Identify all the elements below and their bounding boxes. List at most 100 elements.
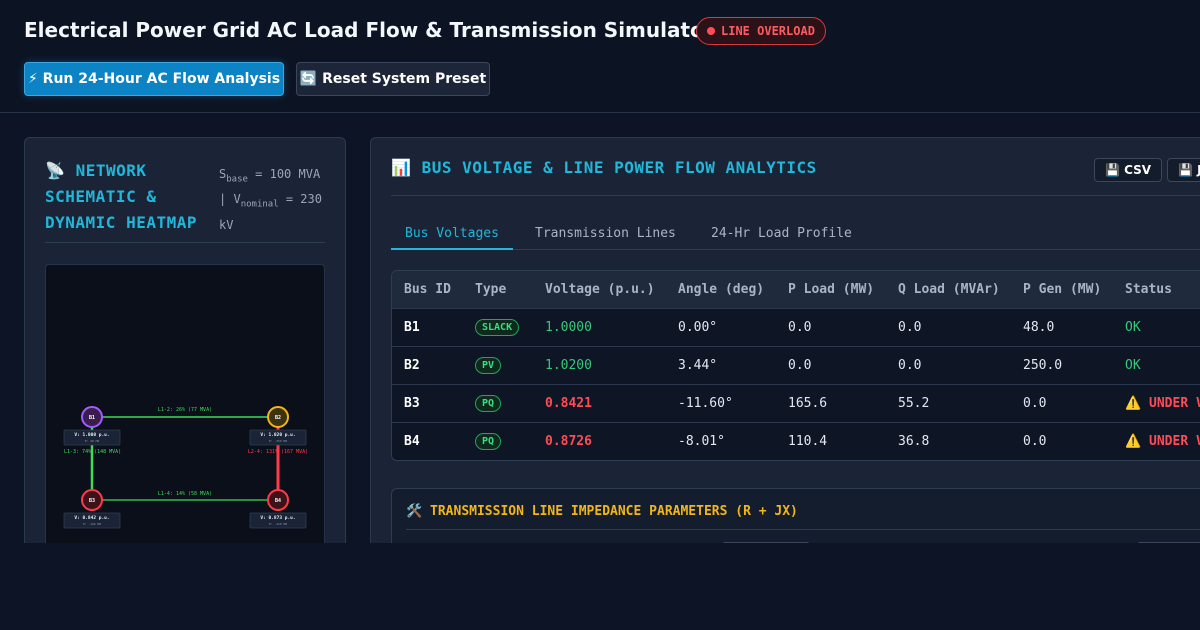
status-cell: ⚠️ UNDER VOLTAGE — [1125, 433, 1200, 449]
p-gen-cell: 250.0 — [1023, 357, 1063, 373]
bus-type-badge: PQ — [475, 432, 502, 450]
run-analysis-button[interactable]: ⚡ Run 24-Hour AC Flow Analysis — [24, 62, 284, 96]
column-header[interactable]: Voltage (p.u.) — [533, 271, 666, 308]
voltage-cell: 1.0200 — [545, 357, 592, 373]
impedance-title: 🛠️ TRANSMISSION LINE IMPEDANCE PARAMETER… — [406, 504, 798, 519]
bus-voltage-label-b1: V: 1.000 p.u. — [74, 432, 109, 438]
bus-id-cell: B3 — [404, 395, 420, 411]
divider — [406, 529, 1200, 530]
network-panel-title-text: NETWORK SCHEMATIC & DYNAMIC HEATMAP — [45, 161, 197, 232]
line-label-l1-3: L1-3: 74% (148 MVA) — [64, 449, 121, 455]
tab-bus-voltages[interactable]: Bus Voltages — [391, 218, 513, 250]
bus-id-cell: B1 — [404, 319, 420, 335]
table-row[interactable]: B3 PQ 0.8421 -11.60° 165.6 55.2 0.0 ⚠️ U… — [392, 384, 1200, 422]
bus-type-cell: PQ — [463, 422, 533, 460]
q-load-cell: 55.2 — [898, 395, 930, 411]
bus-voltage-label-b4: V: 0.873 p.u. — [260, 515, 295, 521]
column-header[interactable]: P Load (MW) — [776, 271, 886, 308]
q-load-cell: 0.0 — [898, 357, 922, 373]
p-load-cell: 0.0 — [788, 357, 812, 373]
bus-id-b4: B4 — [275, 498, 281, 504]
bus-type-cell: PQ — [463, 384, 533, 422]
p-gen-cell: 48.0 — [1023, 319, 1055, 335]
bus-id-b2: B2 — [275, 415, 281, 421]
tab-transmission-lines[interactable]: Transmission Lines — [521, 218, 690, 249]
voltage-cell: 1.0000 — [545, 319, 592, 335]
satellite-icon: 📡 — [45, 161, 66, 180]
p-gen-cell: 0.0 — [1023, 433, 1047, 449]
analytics-panel: 📊 BUS VOLTAGE & LINE POWER FLOW ANALYTIC… — [370, 137, 1200, 567]
column-header[interactable]: P Gen (MW) — [1011, 271, 1113, 308]
vnom-label: | V — [219, 192, 241, 207]
p-load-cell: 0.0 — [788, 319, 812, 335]
angle-cell: 0.00° — [678, 319, 718, 335]
status-cell: ⚠️ UNDER VOLTAGE — [1125, 395, 1200, 411]
angle-cell: -11.60° — [678, 395, 733, 411]
voltage-cell: 0.8726 — [545, 433, 592, 449]
bus-id-cell: B2 — [404, 357, 420, 373]
status-cell: OK — [1125, 319, 1141, 335]
column-header[interactable]: Bus ID — [392, 271, 463, 308]
export-csv-button[interactable]: 💾 CSV — [1094, 158, 1163, 182]
impedance-title-text: TRANSMISSION LINE IMPEDANCE PARAMETERS (… — [430, 504, 798, 519]
sbase-sub: base — [226, 174, 248, 185]
app-header: Electrical Power Grid AC Load Flow & Tra… — [0, 0, 1200, 113]
bus-power-label-b4: P: -110 MW — [269, 522, 287, 526]
bus-id-cell: B4 — [404, 433, 420, 449]
analytics-panel-title-text: BUS VOLTAGE & LINE POWER FLOW ANALYTICS — [421, 158, 817, 177]
bus-type-cell: PV — [463, 346, 533, 384]
analytics-tabs: Bus Voltages Transmission Lines 24-Hr Lo… — [391, 218, 1200, 250]
sbase-value: = 100 MVA — [247, 167, 321, 181]
column-header[interactable]: Status — [1113, 271, 1200, 308]
table-row[interactable]: B4 PQ 0.8726 -8.01° 110.4 36.8 0.0 ⚠️ UN… — [392, 422, 1200, 460]
status-cell: OK — [1125, 357, 1141, 373]
p-load-cell: 165.6 — [788, 395, 828, 411]
table-row[interactable]: B2 PV 1.0200 3.44° 0.0 0.0 250.0 OK — [392, 346, 1200, 384]
q-load-cell: 0.0 — [898, 319, 922, 335]
bus-power-label-b1: P: 48 MW — [85, 439, 100, 443]
table-header-row: Bus ID Type Voltage (p.u.) Angle (deg) P… — [392, 271, 1200, 308]
analytics-panel-title: 📊 BUS VOLTAGE & LINE POWER FLOW ANALYTIC… — [391, 158, 817, 177]
reset-preset-button[interactable]: 🔄 Reset System Preset — [296, 62, 490, 96]
bus-id-b3: B3 — [89, 498, 95, 504]
bus-type-badge: SLACK — [475, 318, 520, 336]
bus-voltage-label-b2: V: 1.020 p.u. — [260, 432, 295, 438]
column-header[interactable]: Angle (deg) — [666, 271, 776, 308]
line-overload-badge: LINE OVERLOAD — [696, 17, 826, 45]
q-load-cell: 36.8 — [898, 433, 930, 449]
bus-type-cell: SLACK — [463, 308, 533, 346]
bus-voltage-table: Bus ID Type Voltage (p.u.) Angle (deg) P… — [391, 270, 1200, 461]
bus-power-label-b3: P: -166 MW — [83, 522, 101, 526]
line-label-l1-2: L1-2: 26% (77 MVA) — [158, 407, 212, 413]
network-schematic-panel: 📡 NETWORK SCHEMATIC & DYNAMIC HEATMAP Sb… — [24, 137, 346, 567]
bus-type-badge: PV — [475, 356, 502, 374]
line-label-l1-4: L1-4: 14% (58 MVA) — [158, 491, 212, 497]
bus-voltage-label-b3: V: 0.842 p.u. — [74, 515, 109, 521]
system-base-info: Sbase = 100 MVA | Vnominal = 230 kV — [219, 164, 331, 235]
export-json-button[interactable]: 💾 JSON — [1167, 158, 1200, 182]
bus-type-badge: PQ — [475, 394, 502, 412]
angle-cell: -8.01° — [678, 433, 725, 449]
tools-icon: 🛠️ — [406, 504, 423, 519]
line-label-l2-4: L2-4: 131% (167 MVA) — [248, 449, 308, 455]
column-header[interactable]: Type — [463, 271, 533, 308]
tab-24hr-load-profile[interactable]: 24-Hr Load Profile — [697, 218, 866, 249]
table-row[interactable]: B1 SLACK 1.0000 0.00° 0.0 0.0 48.0 OK — [392, 308, 1200, 346]
vnom-sub: nominal — [240, 199, 279, 210]
grid-schematic-svg: L1-2: 26% (77 MVA) L1-3: 74% (148 MVA) L… — [63, 406, 308, 529]
app-title: Electrical Power Grid AC Load Flow & Tra… — [24, 18, 714, 42]
alert-dot-icon — [707, 27, 715, 35]
bar-chart-icon: 📊 — [391, 158, 412, 177]
column-header[interactable]: Q Load (MVAr) — [886, 271, 1011, 308]
network-panel-title: 📡 NETWORK SCHEMATIC & DYNAMIC HEATMAP — [45, 158, 215, 236]
bus-power-label-b2: P: -250 MW — [269, 439, 287, 443]
p-gen-cell: 0.0 — [1023, 395, 1047, 411]
divider — [391, 195, 1200, 196]
divider — [45, 242, 325, 243]
overload-badge-label: LINE OVERLOAD — [721, 24, 815, 38]
page-background — [0, 543, 1200, 630]
grid-schematic-canvas[interactable]: L1-2: 26% (77 MVA) L1-3: 74% (148 MVA) L… — [45, 264, 325, 564]
voltage-cell: 0.8421 — [545, 395, 592, 411]
bus-id-b1: B1 — [89, 415, 95, 421]
angle-cell: 3.44° — [678, 357, 718, 373]
